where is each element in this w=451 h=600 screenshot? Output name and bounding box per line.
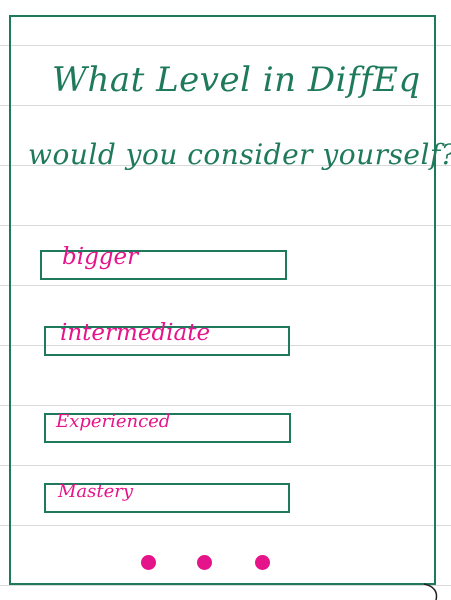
page-dots [141,555,273,571]
option-mastery[interactable]: Mastery [44,481,290,513]
page-dot[interactable] [255,555,270,570]
option-label: bigger [62,244,139,270]
option-label: Mastery [58,481,134,502]
question-title-line1: What Level in DiffEq [52,60,421,100]
page-dot[interactable] [197,555,212,570]
rule-line [0,585,451,586]
option-label: Experienced [56,411,171,432]
page-dot[interactable] [141,555,156,570]
option-bigger[interactable]: bigger [40,244,287,280]
question-title-line2: would you consider yourself? [28,138,451,171]
option-intermediate[interactable]: intermediate [44,320,290,356]
option-label: intermediate [60,320,211,346]
option-experienced[interactable]: Experienced [44,411,291,443]
page-curl-icon [423,583,438,600]
